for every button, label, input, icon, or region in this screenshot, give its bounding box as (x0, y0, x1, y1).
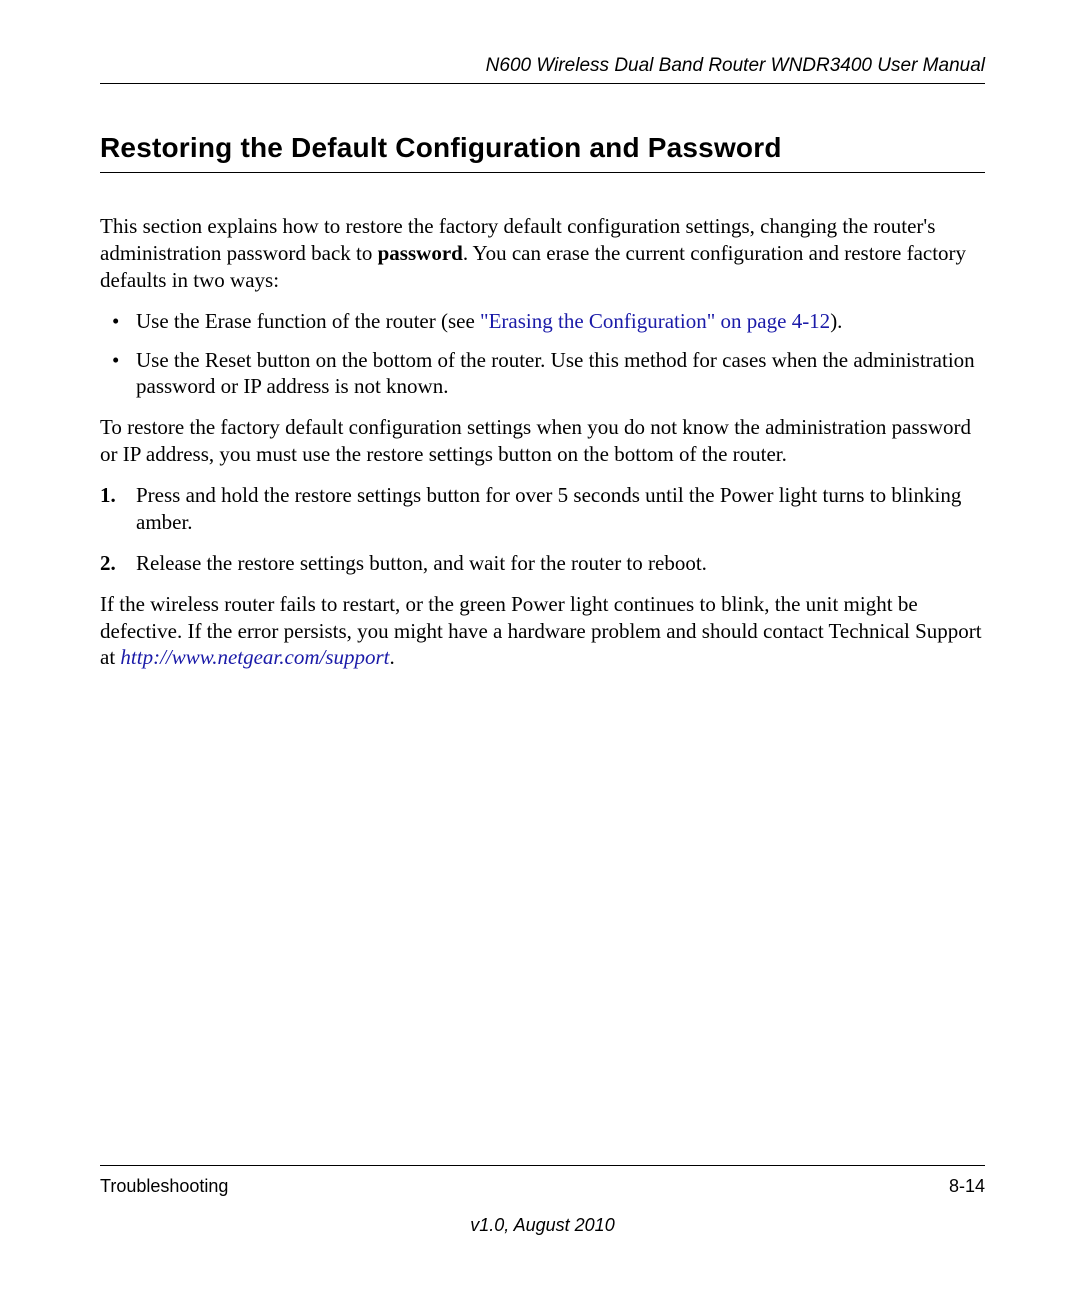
bullet1-text-a: Use the Erase function of the router (se… (136, 309, 480, 333)
support-url-link[interactable]: http://www.netgear.com/support (120, 645, 389, 669)
step-1-text: Press and hold the restore settings butt… (136, 483, 961, 534)
step-2-number: 2. (100, 550, 116, 577)
footer-version: v1.0, August 2010 (100, 1215, 985, 1236)
footer-rule (100, 1165, 985, 1166)
footer-page-number: 8-14 (949, 1176, 985, 1197)
running-header: N600 Wireless Dual Band Router WNDR3400 … (100, 55, 985, 84)
bullet-list: Use the Erase function of the router (se… (100, 308, 985, 401)
step-2: 2. Release the restore settings button, … (100, 550, 985, 577)
intro-bold-password: password (378, 241, 463, 265)
footer-section-name: Troubleshooting (100, 1176, 228, 1197)
section-heading: Restoring the Default Configuration and … (100, 132, 985, 173)
outro-text-b: . (390, 645, 395, 669)
step-1-number: 1. (100, 482, 116, 509)
step-1: 1. Press and hold the restore settings b… (100, 482, 985, 536)
bullet-item-1: Use the Erase function of the router (se… (100, 308, 985, 335)
intro-paragraph: This section explains how to restore the… (100, 213, 985, 294)
outro-paragraph: If the wireless router fails to restart,… (100, 591, 985, 672)
bullet-item-2: Use the Reset button on the bottom of th… (100, 347, 985, 401)
numbered-steps: 1. Press and hold the restore settings b… (100, 482, 985, 577)
step-2-text: Release the restore settings button, and… (136, 551, 707, 575)
page-footer: Troubleshooting 8-14 v1.0, August 2010 (100, 1165, 985, 1236)
bullet1-text-b: ). (830, 309, 842, 333)
mid-paragraph: To restore the factory default configura… (100, 414, 985, 468)
bullet1-crossref-link[interactable]: "Erasing the Configuration" on page 4-12 (480, 309, 830, 333)
